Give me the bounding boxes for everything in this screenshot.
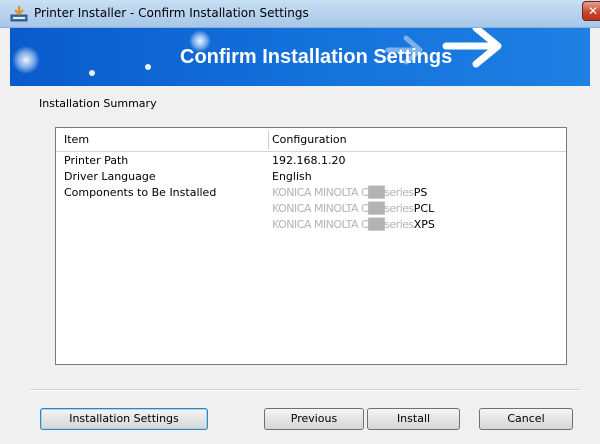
footer-divider (30, 389, 580, 391)
arrow-decoration (442, 28, 502, 68)
section-label: Installation Summary (39, 97, 157, 110)
row-value-driver-language: English (272, 170, 312, 183)
component-xps-suffix: XPS (413, 218, 435, 231)
previous-button[interactable]: Previous (264, 408, 364, 430)
title-bar[interactable]: Printer Installer - Confirm Installation… (0, 0, 600, 28)
glow-dot (145, 64, 151, 70)
window-title: Printer Installer - Confirm Installation… (34, 6, 309, 20)
close-icon: ✕ (587, 4, 599, 18)
column-header-item: Item (64, 133, 90, 146)
install-button[interactable]: Install (367, 408, 460, 430)
installer-window: Printer Installer - Confirm Installation… (0, 0, 600, 444)
close-button[interactable]: ✕ (582, 1, 600, 21)
header-banner: Confirm Installation Settings (10, 28, 590, 86)
row-label-driver-language: Driver Language (64, 170, 156, 183)
banner-title: Confirm Installation Settings (180, 46, 453, 68)
component-xps: KONICA MINOLTA C██seriesXPS (272, 218, 435, 231)
table-header: Item Configuration (56, 128, 566, 152)
component-pcl: KONICA MINOLTA C██seriesPCL (272, 202, 434, 215)
component-pcl-suffix: PCL (413, 202, 435, 215)
glow-dot (89, 70, 95, 76)
column-header-configuration: Configuration (272, 133, 347, 146)
installation-summary-table[interactable]: Item Configuration Printer Path 192.168.… (55, 127, 567, 365)
redacted-model: KONICA MINOLTA C██series (272, 218, 414, 231)
component-ps: KONICA MINOLTA C██seriesPS (272, 186, 427, 199)
component-ps-suffix: PS (413, 186, 428, 199)
row-value-printer-path: 192.168.1.20 (272, 154, 346, 167)
row-label-printer-path: Printer Path (64, 154, 129, 167)
row-label-components: Components to Be Installed (64, 186, 217, 199)
printer-installer-icon (10, 6, 28, 22)
glow-orb (12, 46, 40, 74)
installation-settings-button[interactable]: Installation Settings (40, 408, 208, 430)
cancel-button[interactable]: Cancel (479, 408, 573, 430)
column-divider (268, 131, 269, 149)
redacted-model: KONICA MINOLTA C██series (272, 186, 414, 199)
redacted-model: KONICA MINOLTA C██series (272, 202, 414, 215)
